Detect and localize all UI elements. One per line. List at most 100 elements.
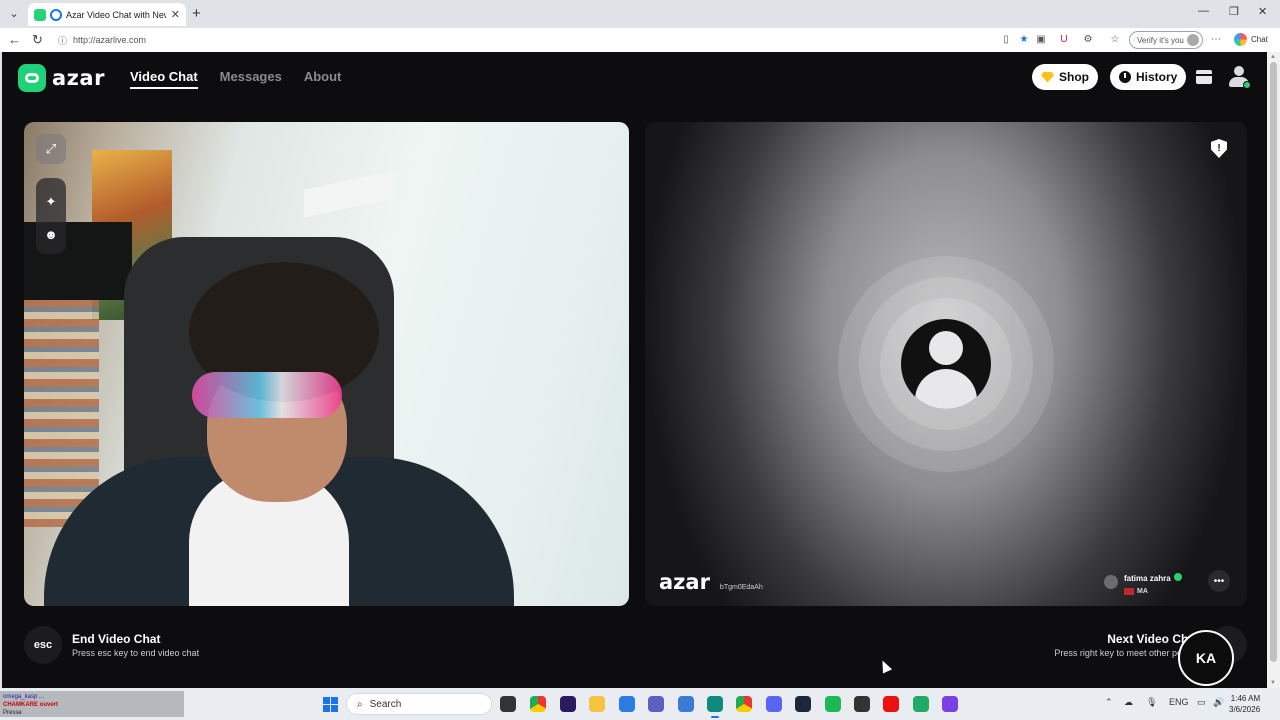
premiere-icon[interactable] [560, 696, 576, 712]
discord-icon[interactable] [766, 696, 782, 712]
chrome-2-icon[interactable] [736, 696, 752, 712]
azar-logo[interactable]: azar [18, 64, 105, 92]
profile-avatar-icon [1187, 34, 1199, 46]
nav-about[interactable]: About [304, 69, 342, 89]
next-video-chat-hint: Press right key to meet other people [1054, 648, 1199, 658]
verify-profile-button[interactable]: Verify it's you [1129, 31, 1203, 49]
main-nav: Video Chat Messages About [130, 69, 341, 89]
magic-wand-icon[interactable]: ✦ [36, 190, 66, 214]
nav-messages[interactable]: Messages [220, 69, 282, 89]
close-window-icon[interactable]: ✕ [1258, 5, 1267, 18]
more-menu-icon[interactable]: ⋯ [1210, 34, 1222, 46]
browser-toolbar: ← ↻ ⓘ http://azarlive.com ▯ ★ ▣ U ⚙ ☆ Ve… [0, 28, 1280, 52]
network-icon[interactable]: ▭ [1197, 697, 1206, 708]
address-bar[interactable]: ⓘ http://azarlive.com [50, 31, 995, 49]
remote-video: ! azar bTgm0EdaAh fatima zahra MA ••• [645, 122, 1247, 606]
verified-badge-icon [1173, 573, 1182, 581]
end-video-chat-title[interactable]: End Video Chat [72, 632, 160, 646]
taskbar-search[interactable]: ⌕ Search [346, 693, 492, 715]
tab-list-icon[interactable]: ⌄ [6, 6, 22, 22]
copilot-chat-button[interactable]: Chat [1234, 33, 1268, 46]
opera-icon[interactable] [883, 696, 899, 712]
microphone-icon[interactable]: 🎙 [1146, 697, 1157, 708]
azar-watermark: azar bTgm0EdaAh [659, 570, 763, 594]
teams-icon[interactable] [648, 696, 664, 712]
tray-expand-icon[interactable]: ⌃ [1105, 697, 1113, 708]
store-icon[interactable] [619, 696, 635, 712]
reading-view-icon[interactable]: ▯ [1000, 34, 1012, 46]
nav-video-chat[interactable]: Video Chat [130, 69, 198, 89]
scroll-up-icon[interactable]: ▲ [1270, 54, 1276, 60]
esc-key-button[interactable]: esc [24, 626, 62, 664]
azar-favicon-icon [50, 8, 62, 21]
peer-info[interactable]: fatima zahra MA [1104, 568, 1182, 595]
steam-icon[interactable] [795, 696, 811, 712]
chat-bubble-icon[interactable]: ••• [1208, 570, 1230, 592]
search-icon: ⌕ [357, 698, 363, 710]
report-shield-icon[interactable]: ! [1211, 139, 1227, 158]
tray-app-icon[interactable]: ☁ [1124, 697, 1133, 708]
copilot-label: Chat [1251, 35, 1268, 44]
favorite-star-icon[interactable]: ★ [1018, 34, 1030, 46]
terminal-icon[interactable] [913, 696, 929, 712]
shop-button[interactable]: Shop [1032, 64, 1098, 90]
task-view-icon[interactable] [500, 696, 516, 712]
volume-icon[interactable]: 🔊 [1213, 697, 1224, 708]
extension-u-icon[interactable]: U [1058, 34, 1070, 46]
morocco-flag-icon [1124, 588, 1134, 595]
maximize-icon[interactable]: ❐ [1229, 5, 1239, 18]
chat-overlay: omega_kasp ... CHAMKARE ouvert Presse [0, 691, 184, 717]
scroll-down-icon[interactable]: ▼ [1270, 680, 1276, 686]
user-profile-button[interactable] [1227, 65, 1251, 89]
self-camera-video: ⤢ ✦ ☻ [24, 122, 629, 606]
system-clock[interactable]: 1:46 AM 3/6/2026 [1229, 693, 1260, 715]
history-button[interactable]: History [1110, 64, 1187, 90]
app-purple-icon[interactable] [942, 696, 958, 712]
overlay-line-1: omega_kasp ... [3, 694, 45, 700]
expand-icon[interactable]: ⤢ [36, 134, 66, 164]
peer-placeholder-avatar-icon [901, 319, 991, 409]
file-explorer-icon[interactable] [589, 696, 605, 712]
peer-country: MA [1137, 588, 1148, 595]
language-indicator[interactable]: ENG [1169, 697, 1189, 707]
obs-icon[interactable] [854, 696, 870, 712]
chrome-icon[interactable] [530, 696, 546, 712]
end-video-chat-hint: Press esc key to end video chat [72, 648, 200, 658]
gem-icon [1041, 71, 1054, 83]
new-tab-icon[interactable]: + [192, 6, 201, 22]
whatsapp-favicon-icon [34, 8, 46, 21]
mouse-cursor [877, 658, 893, 674]
extension-icon[interactable]: ▣ [1035, 34, 1047, 46]
favorites-icon[interactable]: ☆ [1109, 34, 1121, 46]
azar-page: azar Video Chat Messages About Shop Hist… [2, 52, 1267, 688]
page-scrollbar[interactable]: ▲ ▼ [1267, 52, 1280, 688]
windows-taskbar: omega_kasp ... CHAMKARE ouvert Presse ⌕ … [0, 688, 1280, 720]
app-icon[interactable] [678, 696, 694, 712]
close-tab-icon[interactable]: ✕ [171, 8, 180, 21]
tab-title: Azar Video Chat with New Pe [66, 9, 166, 20]
minimize-icon[interactable]: — [1198, 5, 1209, 17]
inventory-box-icon[interactable] [1196, 70, 1212, 84]
copilot-icon [1234, 33, 1247, 46]
extensions-puzzle-icon[interactable]: ⚙ [1082, 34, 1094, 46]
next-video-chat-title[interactable]: Next Video Chat [1002, 632, 1199, 646]
person-sunglasses [192, 372, 342, 418]
watermark-wordmark: azar [659, 570, 710, 594]
overlay-line-2: CHAMKARE ouvert [3, 702, 59, 708]
brand-wordmark: azar [52, 66, 105, 90]
site-info-icon[interactable]: ⓘ [58, 34, 67, 47]
peer-name: fatima zahra [1124, 574, 1171, 583]
url-text: http://azarlive.com [73, 35, 147, 45]
edge-icon[interactable] [707, 696, 723, 718]
clock-icon [1119, 71, 1131, 83]
user-avatar-icon [1234, 66, 1244, 76]
browser-tab[interactable]: Azar Video Chat with New Pe ✕ [28, 3, 186, 26]
face-sticker-icon[interactable]: ☻ [36, 222, 66, 246]
history-label: History [1136, 70, 1178, 84]
scrollbar-thumb[interactable] [1270, 62, 1277, 662]
spotify-icon[interactable] [825, 696, 841, 712]
verify-label: Verify it's you [1137, 35, 1184, 45]
windows-start-icon[interactable] [323, 697, 338, 712]
reload-icon[interactable]: ↻ [32, 32, 43, 48]
back-icon[interactable]: ← [8, 32, 21, 47]
